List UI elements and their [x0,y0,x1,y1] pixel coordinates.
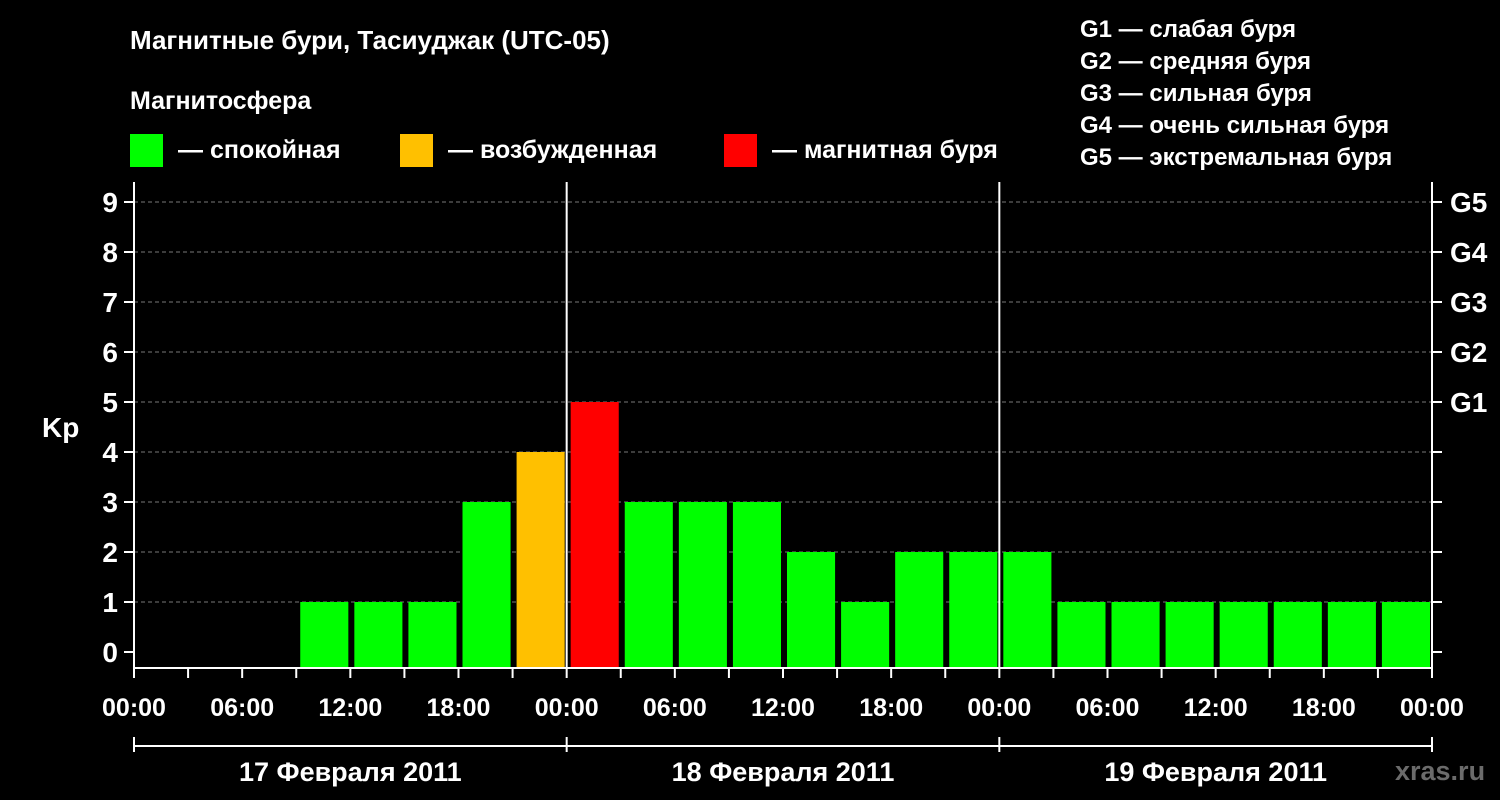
y-tick-label-4: 4 [102,437,118,468]
g-scale-label-0: G1 [1450,387,1487,418]
kp-bar-19 [1165,602,1214,668]
g-scale-label-4: G5 [1450,187,1487,218]
y-tick-label-5: 5 [102,387,118,418]
y-tick-label-0: 0 [102,637,118,668]
kp-chart: Магнитные бури, Тасиуджак (UTC-05) Магни… [42,16,1488,787]
kp-bar-6 [462,502,511,668]
x-tick-label-3: 18:00 [427,694,491,722]
x-tick-label-11: 18:00 [1292,694,1356,722]
y-tick-label-9: 9 [102,187,118,218]
kp-bar-11 [732,502,781,668]
kp-bar-14 [895,552,944,668]
date-label-0: 17 Февраля 2011 [239,757,462,787]
g-scale-label-3: G4 [1450,237,1488,268]
x-tick-label-8: 00:00 [967,694,1031,722]
legend-label-storm: — магнитная буря [772,136,998,164]
g5-legend: G5 — экстремальная буря [1080,144,1392,171]
y-tick-label-8: 8 [102,237,118,268]
grid-lines [134,201,1432,603]
kp-bar-8 [570,402,619,668]
x-tick-label-2: 12:00 [318,694,382,722]
kp-bar-7 [516,452,565,668]
kp-bar-23 [1381,602,1430,668]
y-tick-label-7: 7 [102,287,118,318]
y-tick-label-6: 6 [102,337,118,368]
kp-bar-12 [787,552,836,668]
y-tick-label-1: 1 [102,587,118,618]
legend-label-unsettled: — возбужденная [448,136,657,164]
kp-bar-15 [949,552,998,668]
g-scale-label-2: G3 [1450,287,1487,318]
date-label-1: 18 Февраля 2011 [672,757,895,787]
g4-legend: G4 — очень сильная буря [1080,112,1389,139]
x-tick-label-0: 00:00 [102,694,166,722]
kp-bar-21 [1273,602,1322,668]
x-tick-label-12: 00:00 [1400,694,1464,722]
kp-bar-3 [300,602,349,668]
kp-bar-13 [841,602,890,668]
g3-legend: G3 — сильная буря [1080,80,1312,107]
x-tick-label-9: 06:00 [1076,694,1140,722]
kp-bar-10 [678,502,727,668]
magnetosphere-label: Магнитосфера [130,87,312,115]
g-scale-label-1: G2 [1450,337,1487,368]
date-label-2: 19 Февраля 2011 [1104,757,1327,787]
status-legend: — спокойная — возбужденная — магнитная б… [130,134,998,167]
legend-swatch-unsettled [400,134,433,167]
x-tick-label-7: 18:00 [859,694,923,722]
kp-bar-5 [408,602,457,668]
g2-legend: G2 — средняя буря [1080,48,1311,75]
legend-label-quiet: — спокойная [178,136,341,164]
y-tick-label-3: 3 [102,487,118,518]
y-axis-label: Kp [42,412,79,443]
kp-bar-17 [1057,602,1106,668]
legend-swatch-quiet [130,134,163,167]
g1-legend: G1 — слабая буря [1080,16,1296,43]
watermark: xras.ru [1395,756,1485,786]
x-tick-label-1: 06:00 [210,694,274,722]
kp-bar-9 [624,502,673,668]
axis-labels: 0 1 2 3 4 5 6 7 8 9 G1 G2 G3 G4 G5 00:00 06:00 12:00 18:00… [102,187,1488,787]
kp-bar-20 [1219,602,1268,668]
chart-title: Магнитные бури, Тасиуджак (UTC-05) [130,25,610,55]
y-tick-label-2: 2 [102,537,118,568]
kp-bars [300,402,1430,668]
kp-bar-16 [1003,552,1052,668]
kp-bar-22 [1327,602,1376,668]
kp-bar-4 [354,602,403,668]
x-tick-label-10: 12:00 [1184,694,1248,722]
kp-bar-18 [1111,602,1160,668]
g-scale-legend: G1 — слабая буря G2 — средняя буря G3 — … [1080,16,1392,171]
x-tick-label-6: 12:00 [751,694,815,722]
x-tick-label-4: 00:00 [535,694,599,722]
legend-swatch-storm [724,134,757,167]
x-tick-label-5: 06:00 [643,694,707,722]
